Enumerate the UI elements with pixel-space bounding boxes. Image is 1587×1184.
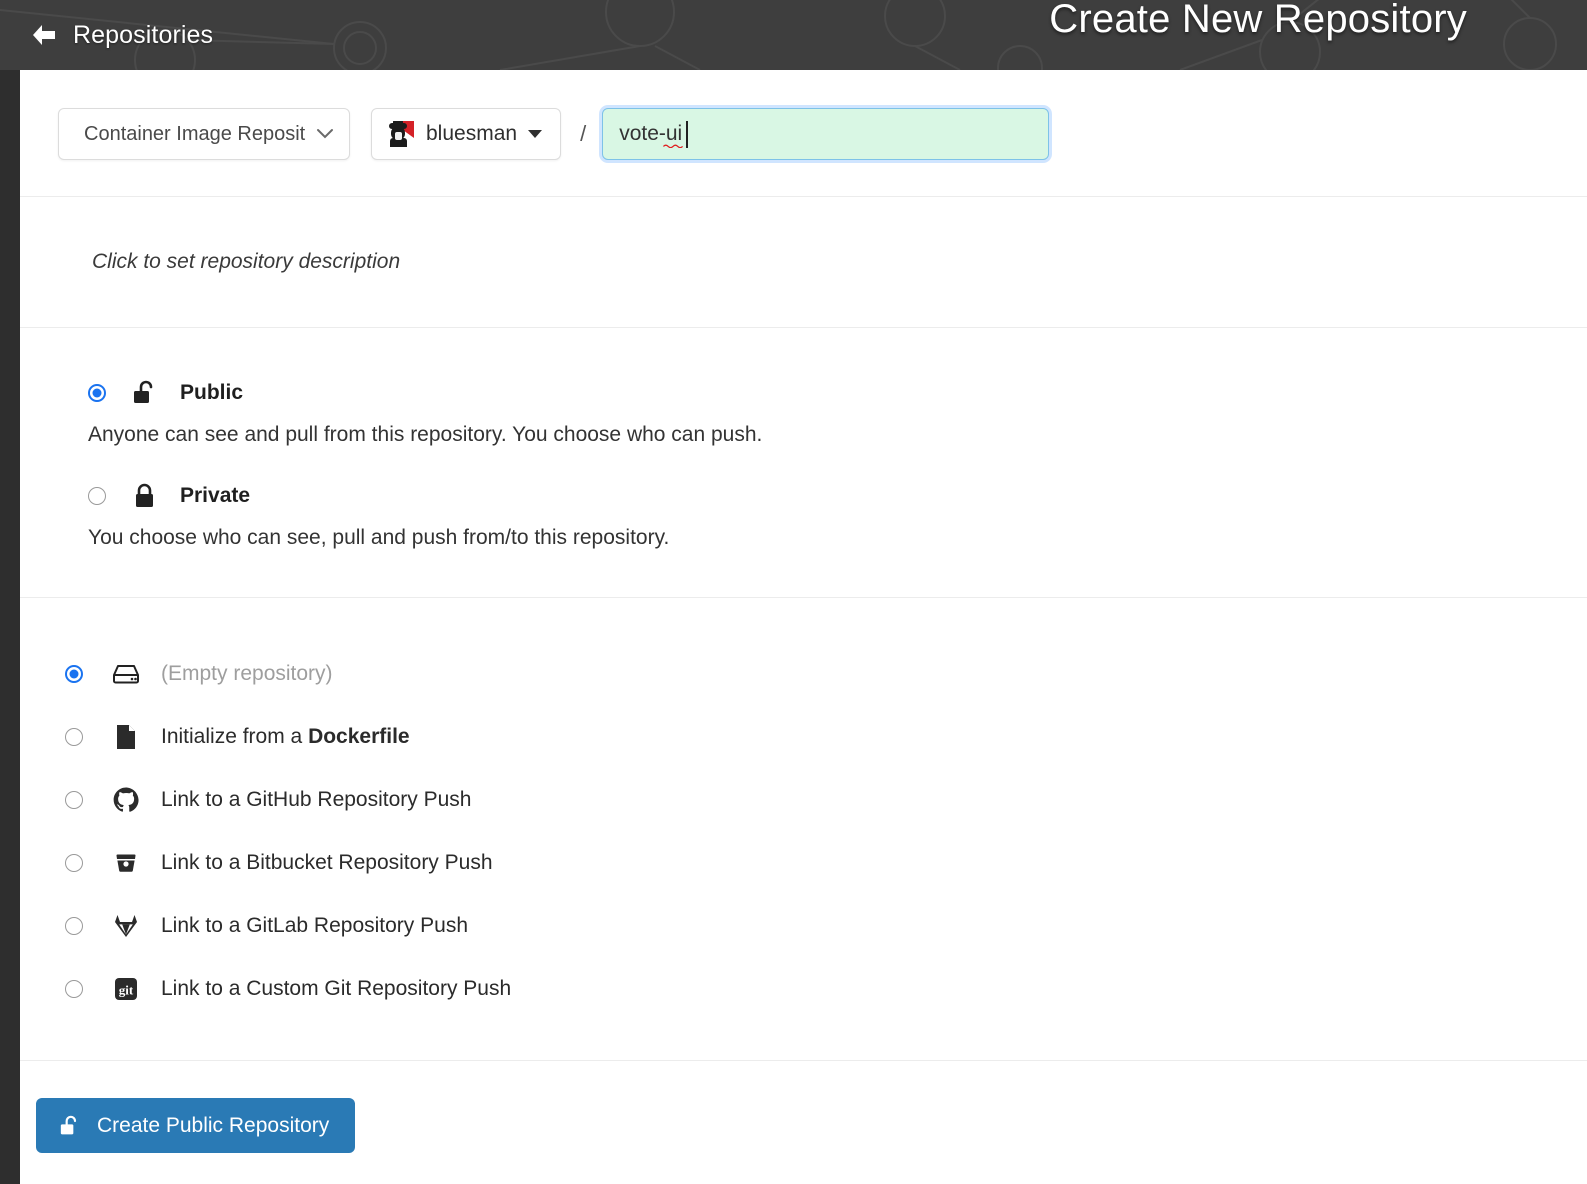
hdd-icon [112,660,140,688]
unlock-icon [132,380,158,406]
visibility-public-radio[interactable] [88,384,106,402]
visibility-public-label: Public [180,381,244,404]
init-option-empty[interactable]: (Empty repository) [20,642,1587,705]
breadcrumb[interactable]: Repositories [73,21,213,50]
visibility-private-label: Private [180,484,251,507]
unlock-icon [60,1115,80,1137]
init-dockerfile-label: Initialize from a Dockerfile [161,725,410,749]
visibility-section: Public Anyone can see and pull from this… [20,328,1587,597]
user-avatar [388,121,414,147]
app-header: Repositories Create New Repository [0,0,1587,70]
repository-name-row: Container Image Reposit bluesman / [20,70,1587,196]
repository-description-placeholder[interactable]: Click to set repository description [92,250,400,274]
init-custom-git-radio[interactable] [65,979,83,998]
init-github-label: Link to a GitHub Repository Push [161,787,472,811]
git-icon: git [112,975,140,1003]
repository-kind-select[interactable]: Container Image Reposit [58,108,350,160]
init-option-gitlab[interactable]: Link to a GitLab Repository Push [20,894,1587,957]
init-dockerfile-label-bold: Dockerfile [308,724,410,748]
namespace-dropdown-button[interactable]: bluesman [371,108,562,160]
init-option-custom-git[interactable]: git Link to a Custom Git Repository Push [20,957,1587,1020]
page-title: Create New Repository [1049,0,1467,41]
svg-text:git: git [119,982,134,997]
create-public-repository-button[interactable]: Create Public Repository [36,1098,356,1153]
visibility-private-description: You choose who can see, pull and push fr… [88,526,670,549]
init-gitlab-label: Link to a GitLab Repository Push [161,913,469,937]
repository-kind-select-wrap: Container Image Reposit [58,108,350,160]
bitbucket-icon [112,849,140,877]
visibility-private-radio[interactable] [88,487,106,505]
init-dockerfile-radio[interactable] [65,727,83,746]
init-bitbucket-radio[interactable] [65,853,83,872]
github-icon [112,786,140,814]
init-github-radio[interactable] [65,790,83,809]
repository-description-block[interactable]: Click to set repository description [20,197,1587,327]
init-gitlab-radio[interactable] [65,916,83,935]
create-button-label: Create Public Repository [97,1113,330,1137]
caret-down-icon [528,130,543,138]
init-dockerfile-label-prefix: Initialize from a [161,724,309,748]
lock-icon [132,483,158,509]
file-icon [112,723,140,751]
footer-actions: Create Public Repository [20,1061,1587,1153]
init-custom-git-label: Link to a Custom Git Repository Push [161,976,512,1000]
init-empty-label: (Empty repository) [161,661,333,685]
visibility-public-description: Anyone can see and pull from this reposi… [88,423,763,446]
init-option-bitbucket[interactable]: Link to a Bitbucket Repository Push [20,831,1587,894]
init-option-dockerfile[interactable]: Initialize from a Dockerfile [20,705,1587,768]
visibility-option-public[interactable]: Public [20,380,1587,406]
init-bitbucket-label: Link to a Bitbucket Repository Push [161,850,493,874]
repository-name-input[interactable] [602,108,1050,160]
gitlab-icon [112,912,140,940]
back-button[interactable] [30,21,58,49]
path-separator: / [580,121,587,146]
repository-name-input-wrap [602,108,1050,160]
namespace-label: bluesman [426,122,518,145]
visibility-option-private[interactable]: Private [20,483,1587,509]
text-cursor [686,121,689,148]
arrow-left-icon [33,25,55,45]
create-repository-panel: Container Image Reposit bluesman / vote-… [20,70,1587,1184]
initialization-section: (Empty repository) Initialize from a Doc… [20,598,1587,1060]
init-empty-radio[interactable] [65,664,83,683]
init-option-github[interactable]: Link to a GitHub Repository Push [20,768,1587,831]
